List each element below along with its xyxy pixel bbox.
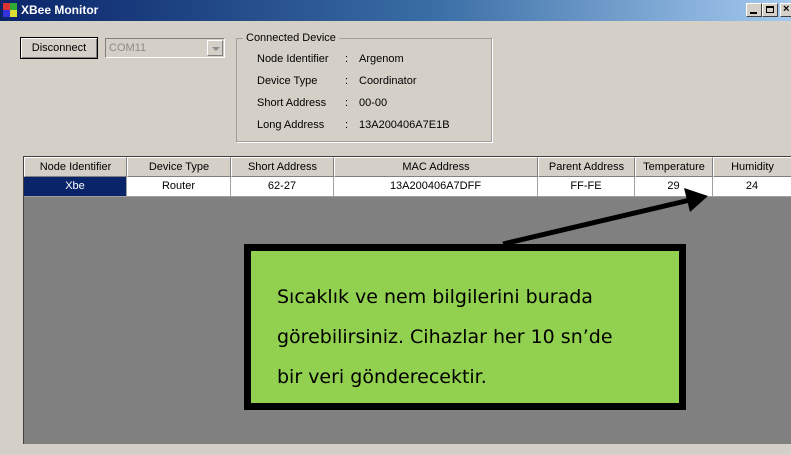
info-label: Long Address	[257, 119, 325, 131]
cell-temperature[interactable]: 29	[635, 177, 713, 197]
info-value: Coordinator	[359, 75, 417, 87]
disconnect-button[interactable]: Disconnect	[20, 37, 98, 59]
connected-device-legend: Connected Device	[243, 32, 339, 44]
xbee-monitor-window: XBee Monitor × Disconnect COM11 Connecte…	[0, 0, 791, 455]
info-value: 00-00	[359, 97, 388, 109]
cell-mac-address[interactable]: 13A200406A7DFF	[334, 177, 538, 197]
annotation-line: görebilirsiniz. Cihazlar her 10 sn’de	[277, 326, 613, 348]
column-header-device-type[interactable]: Device Type	[127, 157, 231, 177]
table-row[interactable]: Xbe Router 62-27 13A200406A7DFF FF-FE 29…	[24, 177, 791, 197]
app-icon	[3, 3, 17, 17]
cell-parent-address[interactable]: FF-FE	[538, 177, 635, 197]
column-header-parent-address[interactable]: Parent Address	[538, 157, 635, 177]
annotation-line: bir veri gönderecektir.	[277, 366, 487, 388]
info-separator: :	[345, 119, 349, 131]
info-separator: :	[345, 53, 349, 65]
port-select-dropdown-button[interactable]	[207, 40, 223, 56]
info-label: Short Address	[257, 97, 327, 109]
port-select[interactable]: COM11	[105, 38, 225, 58]
info-label: Device Type	[257, 75, 318, 87]
column-header-short-address[interactable]: Short Address	[231, 157, 334, 177]
cell-humidity[interactable]: 24	[713, 177, 791, 197]
window-title: XBee Monitor	[21, 3, 99, 17]
cell-device-type[interactable]: Router	[127, 177, 231, 197]
column-header-humidity[interactable]: Humidity	[713, 157, 791, 177]
annotation-callout: Sıcaklık ve nem bilgilerini burada göreb…	[244, 244, 686, 410]
cell-short-address[interactable]: 62-27	[231, 177, 334, 197]
annotation-line: Sıcaklık ve nem bilgilerini burada	[277, 286, 593, 308]
annotation-text: Sıcaklık ve nem bilgilerini burada göreb…	[277, 277, 677, 397]
maximize-icon	[766, 6, 774, 13]
port-select-value: COM11	[109, 42, 147, 54]
info-separator: :	[345, 75, 349, 87]
maximize-button[interactable]	[762, 3, 778, 17]
column-header-mac-address[interactable]: MAC Address	[334, 157, 538, 177]
info-separator: :	[345, 97, 349, 109]
chevron-down-icon	[212, 47, 220, 51]
title-bar[interactable]: XBee Monitor ×	[0, 0, 791, 21]
minimize-button[interactable]	[746, 3, 762, 17]
minimize-icon	[750, 12, 757, 14]
close-icon: ×	[783, 3, 790, 15]
grid-header: Node Identifier Device Type Short Addres…	[24, 157, 791, 177]
info-value: Argenom	[359, 53, 404, 65]
cell-node-identifier[interactable]: Xbe	[24, 177, 127, 197]
info-value: 13A200406A7E1B	[359, 119, 450, 131]
close-button[interactable]: ×	[780, 3, 791, 17]
column-header-temperature[interactable]: Temperature	[635, 157, 713, 177]
connected-device-group: Connected Device Node Identifier : Argen…	[236, 32, 492, 142]
column-header-node-identifier[interactable]: Node Identifier	[24, 157, 127, 177]
info-label: Node Identifier	[257, 53, 329, 65]
